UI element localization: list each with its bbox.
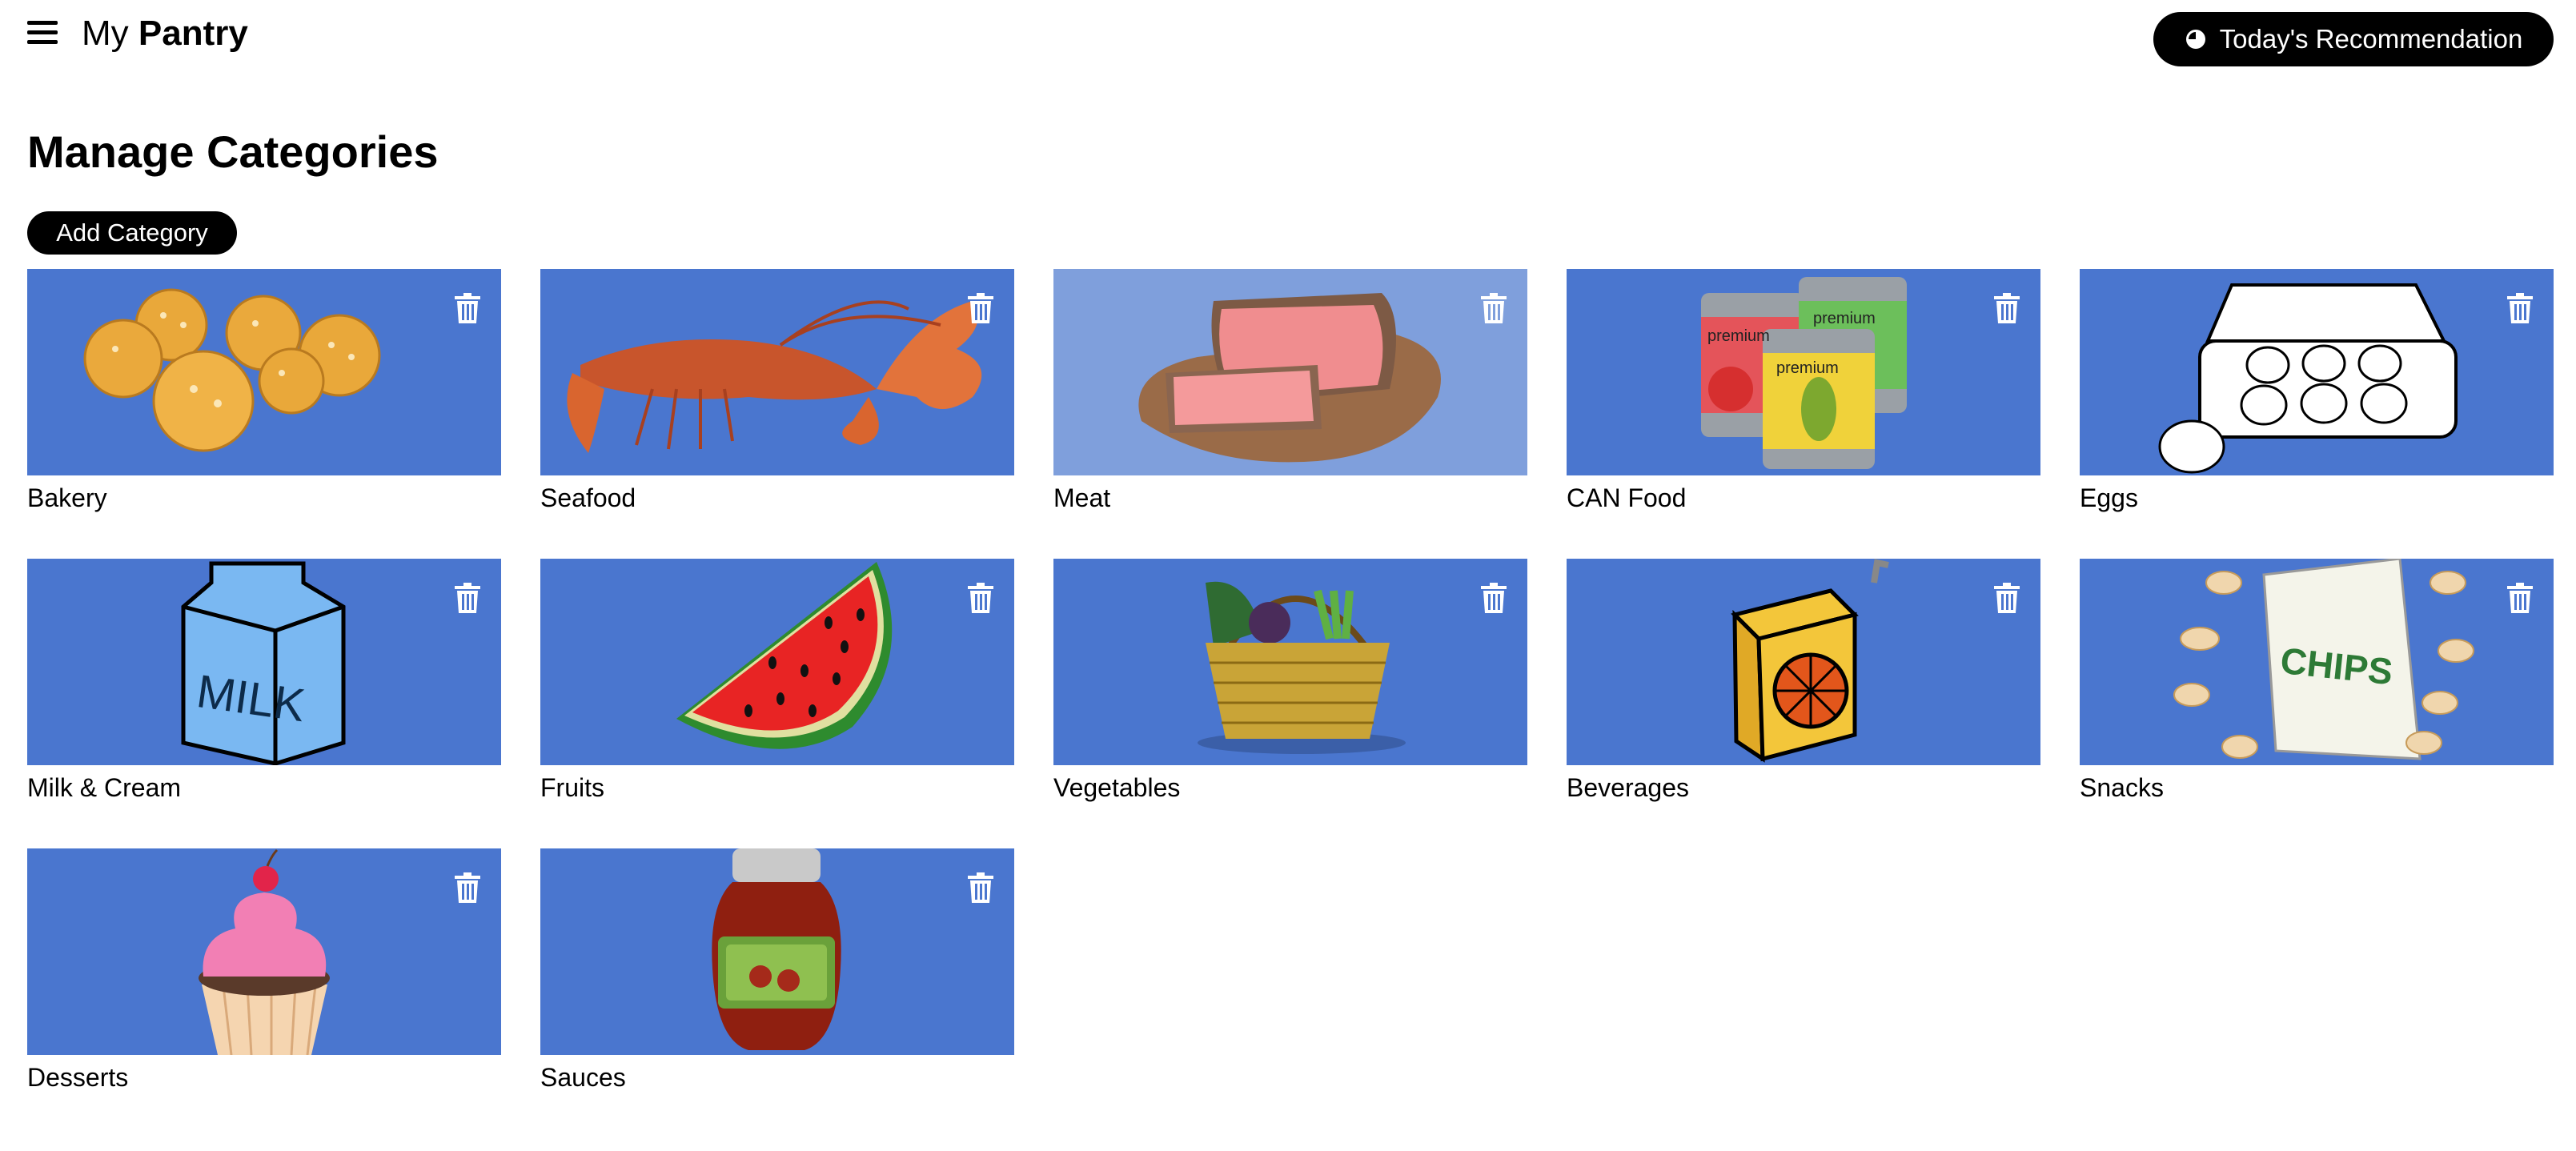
category-thumbnail[interactable] <box>2080 269 2554 475</box>
watermelon-slice-icon <box>676 562 893 749</box>
category-card-sauces[interactable]: Sauces <box>540 848 1014 1098</box>
category-label: Snacks <box>2080 773 2164 802</box>
category-thumbnail[interactable] <box>1053 559 1527 765</box>
trash-icon[interactable] <box>455 293 480 323</box>
vegetable-basket-icon <box>1198 581 1406 754</box>
add-category-button[interactable]: Add Category <box>27 211 237 255</box>
category-card-vegetables[interactable]: Vegetables <box>1053 559 1527 808</box>
canned-food-icon: premium premium premium <box>1701 277 1907 469</box>
category-card-milk-cream[interactable]: MILK Milk & Cream <box>27 559 501 808</box>
can-label: premium <box>1813 310 1876 327</box>
category-thumbnail[interactable]: premium premium premium <box>1567 269 2040 475</box>
category-thumbnail[interactable] <box>540 269 1014 475</box>
top-bar: My Pantry Today's Recommendation <box>0 0 2576 72</box>
trash-icon[interactable] <box>968 583 993 613</box>
trash-icon[interactable] <box>455 872 480 903</box>
spinner-icon <box>2185 30 2205 49</box>
category-label: Desserts <box>27 1063 129 1092</box>
category-label: CAN Food <box>1567 483 1687 512</box>
chips-bag-icon: CHIPS <box>2173 559 2474 760</box>
todays-recommendation-button[interactable]: Today's Recommendation <box>2153 12 2554 66</box>
category-label: Milk & Cream <box>27 773 182 802</box>
category-thumbnail[interactable] <box>540 848 1014 1055</box>
brand-strong: Pantry <box>138 14 248 53</box>
milk-carton-icon: MILK <box>181 561 346 765</box>
category-thumbnail[interactable] <box>1567 559 2040 765</box>
trash-icon[interactable] <box>455 583 480 613</box>
category-card-can-food[interactable]: premium premium premium CAN Food <box>1567 269 2040 519</box>
egg-carton-icon <box>2158 283 2458 474</box>
category-card-snacks[interactable]: CHIPS Snacks <box>2080 559 2554 808</box>
category-label: Vegetables <box>1053 773 1181 802</box>
category-card-eggs[interactable]: Eggs <box>2080 269 2554 519</box>
app-brand[interactable]: My Pantry <box>82 13 248 54</box>
can-label: premium <box>1776 359 1839 377</box>
category-thumbnail[interactable] <box>1053 269 1527 475</box>
lobster-icon <box>567 300 982 453</box>
page-title: Manage Categories <box>27 126 439 177</box>
category-thumbnail[interactable] <box>27 269 501 475</box>
bread-rolls-icon <box>83 288 381 452</box>
category-label: Meat <box>1053 483 1111 512</box>
category-thumbnail[interactable] <box>540 559 1014 765</box>
trash-icon[interactable] <box>1994 583 2020 613</box>
sauce-jar-icon <box>712 848 841 1050</box>
category-card-fruits[interactable]: Fruits <box>540 559 1014 808</box>
category-card-beverages[interactable]: Beverages <box>1567 559 2040 808</box>
trash-icon[interactable] <box>1994 293 2020 323</box>
brand-prefix: My <box>82 14 129 53</box>
trash-icon[interactable] <box>2507 293 2533 323</box>
category-card-meat[interactable]: Meat <box>1053 269 1527 519</box>
category-card-bakery[interactable]: Bakery <box>27 269 501 519</box>
category-label: Bakery <box>27 483 107 512</box>
category-thumbnail[interactable]: CHIPS <box>2080 559 2554 765</box>
trash-icon[interactable] <box>968 872 993 903</box>
category-label: Beverages <box>1567 773 1689 802</box>
trash-icon[interactable] <box>968 293 993 323</box>
hamburger-menu-icon[interactable] <box>27 21 59 46</box>
trash-icon[interactable] <box>1481 583 1507 613</box>
category-thumbnail[interactable]: MILK <box>27 559 501 765</box>
category-card-desserts[interactable]: Desserts <box>27 848 501 1098</box>
category-label: Fruits <box>540 773 604 802</box>
cupcake-icon <box>199 848 330 1055</box>
category-grid: Bakery Seafood Meat premium premium prem… <box>27 269 2554 1098</box>
category-label: Seafood <box>540 483 636 512</box>
category-label: Sauces <box>540 1063 626 1092</box>
category-card-seafood[interactable]: Seafood <box>540 269 1014 519</box>
trash-icon[interactable] <box>1481 293 1507 323</box>
category-thumbnail[interactable] <box>27 848 501 1055</box>
trash-icon[interactable] <box>2507 583 2533 613</box>
sliced-meat-icon <box>1138 293 1441 463</box>
todays-recommendation-label: Today's Recommendation <box>2219 24 2523 54</box>
can-label: premium <box>1707 327 1770 345</box>
juice-box-icon <box>1731 559 1889 763</box>
category-label: Eggs <box>2080 483 2138 512</box>
